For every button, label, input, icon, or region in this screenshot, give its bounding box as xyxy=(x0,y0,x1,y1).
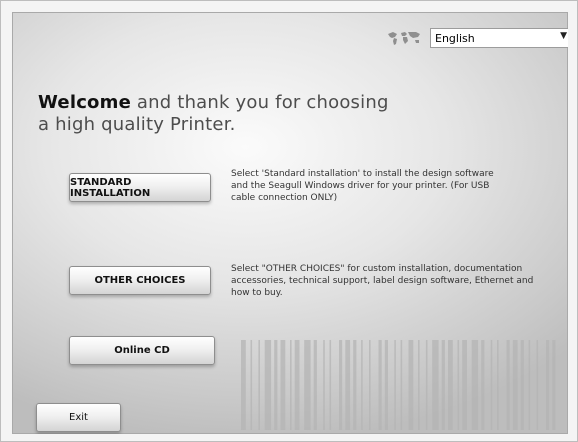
barcode-stripe xyxy=(457,340,460,430)
barcode-stripe xyxy=(369,340,371,430)
barcode-stripe xyxy=(497,340,499,430)
language-selected-value: English xyxy=(435,32,475,45)
welcome-rest: and thank you for choosing xyxy=(131,92,389,113)
barcode-stripe xyxy=(520,340,524,430)
barcode-stripe xyxy=(339,340,343,430)
installer-window: English ▼ Welcome and thank you for choo… xyxy=(0,0,578,442)
description-line: how to buy. xyxy=(231,288,283,298)
language-area: English ▼ xyxy=(386,28,568,48)
barcode-stripe xyxy=(400,340,403,430)
language-select[interactable]: English ▼ xyxy=(430,28,568,48)
barcode-stripe xyxy=(471,340,479,430)
barcode-stripe xyxy=(323,340,325,430)
world-map-icon xyxy=(388,32,420,45)
barcode-stripe xyxy=(481,340,485,430)
barcode-stripe xyxy=(345,340,351,430)
barcode-stripe xyxy=(425,340,428,430)
exit-button[interactable]: Exit xyxy=(36,403,121,432)
description-line: and the Seagull Windows driver for your … xyxy=(231,181,490,191)
barcode-stripe xyxy=(329,340,332,430)
welcome-word: Welcome xyxy=(38,92,131,113)
barcode-stripe xyxy=(280,340,286,430)
barcode-stripe xyxy=(394,340,396,430)
barcode-stripe xyxy=(241,340,246,430)
barcode-decoration xyxy=(241,340,556,430)
barcode-stripe xyxy=(294,340,300,430)
barcode-stripe xyxy=(304,340,311,430)
barcode-stripe xyxy=(378,340,382,430)
standard-installation-description: Select 'Standard installation' to instal… xyxy=(231,168,551,204)
welcome-line-2: a high quality Printer. xyxy=(38,114,236,135)
barcode-stripe xyxy=(384,340,388,430)
barcode-stripe xyxy=(418,340,420,430)
barcode-stripe xyxy=(462,340,467,430)
other-choices-button[interactable]: OTHER CHOICES xyxy=(69,266,211,295)
description-line: Select 'Standard installation' to instal… xyxy=(231,169,494,179)
barcode-stripe xyxy=(274,340,278,430)
barcode-stripe xyxy=(552,340,556,430)
description-line: accessories, technical support, label de… xyxy=(231,276,534,286)
description-line: Select "OTHER CHOICES" for custom instal… xyxy=(231,264,523,274)
barcode-stripe xyxy=(432,340,439,430)
welcome-heading: Welcome and thank you for choosing a hig… xyxy=(38,92,389,136)
barcode-stripe xyxy=(250,340,253,430)
barcode-stripe xyxy=(408,340,414,430)
description-line: cable connection ONLY) xyxy=(231,193,338,203)
barcode-stripe xyxy=(258,340,260,430)
barcode-stripe xyxy=(264,340,272,430)
barcode-stripe xyxy=(512,340,518,430)
barcode-stripe xyxy=(353,340,357,430)
other-choices-description: Select "OTHER CHOICES" for custom instal… xyxy=(231,263,561,299)
barcode-stripe xyxy=(361,340,363,430)
barcode-stripe xyxy=(528,340,531,430)
main-panel: English ▼ Welcome and thank you for choo… xyxy=(12,12,568,434)
dropdown-arrow-icon[interactable]: ▼ xyxy=(560,31,567,41)
barcode-stripe xyxy=(536,340,539,430)
standard-installation-button[interactable]: STANDARD INSTALLATION xyxy=(69,173,211,202)
online-cd-button[interactable]: Online CD xyxy=(69,336,215,365)
barcode-stripe xyxy=(448,340,453,430)
barcode-stripe xyxy=(506,340,510,430)
barcode-stripe xyxy=(441,340,445,430)
barcode-stripe xyxy=(290,340,292,430)
barcode-stripe xyxy=(546,340,550,430)
barcode-stripe xyxy=(313,340,317,430)
welcome-line-1: Welcome and thank you for choosing xyxy=(38,92,389,114)
barcode-stripe xyxy=(490,340,493,430)
